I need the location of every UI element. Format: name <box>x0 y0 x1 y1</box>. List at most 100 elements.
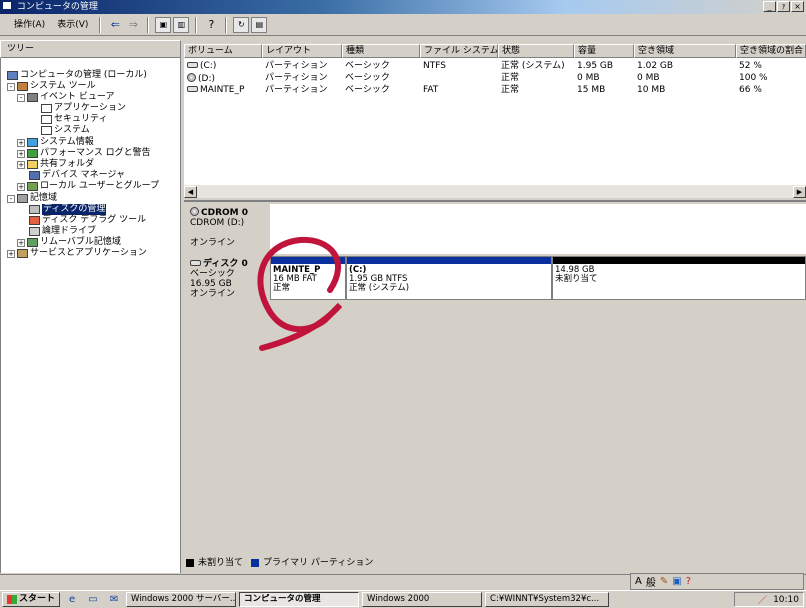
cdrom-title: CDROM 0 <box>201 208 249 218</box>
ime-mode-a[interactable]: A <box>635 576 642 587</box>
disk0-size: 16.95 GB <box>190 279 232 289</box>
expand-icon[interactable]: + <box>17 149 25 158</box>
internet-explorer-icon[interactable]: e <box>64 592 80 608</box>
minimize-button[interactable]: _ <box>763 1 776 12</box>
help-icon[interactable]: ? <box>203 17 219 33</box>
table-row[interactable]: (C:) <box>187 61 216 71</box>
disk0-row[interactable]: ディスク 0 ベーシック 16.95 GB オンライン MAINTE_P 16 … <box>186 256 806 300</box>
expand-icon[interactable]: + <box>17 182 25 191</box>
services-icon <box>17 249 28 258</box>
windows-logo-icon <box>7 595 17 604</box>
partition-status: 正常 (システム) <box>349 283 410 293</box>
outlook-express-icon[interactable]: ✉ <box>106 592 122 608</box>
tree-node-services-apps[interactable]: + サービスとアプリケーション <box>7 248 147 259</box>
toolbar-separator <box>147 16 150 33</box>
column-header-free-space[interactable]: 空き領域 <box>634 44 736 58</box>
partition-mainte-p[interactable]: MAINTE_P 16 MB FAT 正常 <box>270 256 346 300</box>
ime-pad-icon[interactable]: ▣ <box>672 576 681 587</box>
properties-icon[interactable]: ▤ <box>251 16 268 33</box>
forward-arrow-icon[interactable]: ⇒ <box>125 17 141 33</box>
tree-node-local-users[interactable]: + ローカル ユーザーとグループ <box>17 181 159 192</box>
collapse-icon[interactable]: - <box>7 82 15 91</box>
tree-node-system-log[interactable]: システム <box>41 125 90 136</box>
table-row[interactable]: (D:) <box>187 73 215 84</box>
show-tree-icon[interactable]: ▥ <box>173 16 190 33</box>
cdrom-row[interactable]: CDROM 0 CDROM (D:) オンライン <box>186 204 806 254</box>
tree-node-storage[interactable]: - 記憶域 <box>7 193 57 204</box>
taskbar-button-command-prompt[interactable]: C:¥WINNT¥System32¥c... <box>485 592 610 607</box>
scroll-right-icon[interactable]: ▶ <box>793 186 806 198</box>
horizontal-scrollbar[interactable]: ◀ ▶ <box>184 184 806 198</box>
tree-node-disk-management[interactable]: ディスクの管理 <box>29 204 107 215</box>
tree-node-defrag[interactable]: ディスク デフラグ ツール <box>29 215 146 226</box>
maximize-button[interactable]: ｧ <box>777 1 790 12</box>
start-button[interactable]: スタート <box>2 592 61 607</box>
legend-unallocated-label: 未割り当て <box>198 558 244 568</box>
partition-c[interactable]: (C:) 1.95 GB NTFS 正常 (システム) <box>346 256 552 300</box>
close-button[interactable]: × <box>791 1 804 12</box>
cd-drive-icon <box>190 207 199 216</box>
tree-node-security-log[interactable]: セキュリティ <box>41 114 107 125</box>
column-header-layout[interactable]: レイアウト <box>262 44 342 58</box>
menu-view[interactable]: 表示(V) <box>51 15 94 35</box>
column-header-filesystem[interactable]: ファイル システム <box>420 44 498 58</box>
tree-node-shared-folders[interactable]: + 共有フォルダ <box>17 159 94 170</box>
scroll-left-icon[interactable]: ◀ <box>184 186 197 198</box>
tree-node-system-info[interactable]: + システム情報 <box>17 137 94 148</box>
back-arrow-icon[interactable]: ⇐ <box>107 17 123 33</box>
pen-icon[interactable]: ／ <box>758 593 767 606</box>
expand-icon[interactable]: + <box>7 249 15 258</box>
legend-primary-swatch <box>251 559 260 567</box>
partition-unallocated[interactable]: 14.98 GB 未割り当て <box>552 256 806 300</box>
column-header-status[interactable]: 状態 <box>498 44 574 58</box>
toolbar-separator <box>225 16 228 33</box>
collapse-icon[interactable]: - <box>7 194 15 203</box>
table-row[interactable]: MAINTE_P <box>187 85 244 95</box>
tree-node-device-manager[interactable]: デバイス マネージャ <box>29 170 125 181</box>
collapse-icon[interactable]: - <box>17 93 25 102</box>
table-cell: 100 % <box>739 73 768 83</box>
disk0-label[interactable]: ディスク 0 ベーシック 16.95 GB オンライン <box>186 256 270 300</box>
cdrom-label[interactable]: CDROM 0 CDROM (D:) オンライン <box>186 204 270 254</box>
tree-header[interactable]: ツリー <box>0 40 181 58</box>
tree-node-system-tools[interactable]: - システム ツール <box>7 81 96 92</box>
show-desktop-icon[interactable]: ▭ <box>85 592 101 608</box>
ime-toolbar[interactable]: A 般 ✎ ▣ ? <box>630 573 804 590</box>
expand-icon[interactable]: + <box>17 138 25 147</box>
table-cell: パーティション <box>265 85 328 95</box>
users-icon <box>27 182 38 191</box>
tree-node-removable-storage[interactable]: + リムーバブル記憶域 <box>17 237 121 248</box>
storage-icon <box>17 194 28 203</box>
column-header-free-percent[interactable]: 空き領域の割合 <box>736 44 806 58</box>
column-header-capacity[interactable]: 容量 <box>574 44 634 58</box>
legend: 未割り当て プライマリ パーティション <box>186 556 806 570</box>
taskbar-button-help[interactable]: Windows 2000 <box>362 592 483 607</box>
cdrom-status: オンライン <box>190 238 236 248</box>
ime-help-icon[interactable]: ? <box>686 576 691 587</box>
column-header-volume[interactable]: ボリューム <box>184 44 262 58</box>
tree-node-logical-drives[interactable]: 論理ドライブ <box>29 226 96 237</box>
log-icon <box>41 126 52 135</box>
up-folder-icon[interactable]: ▣ <box>155 16 172 33</box>
tree-node-performance[interactable]: + パフォーマンス ログと警告 <box>17 148 151 159</box>
ime-mode-kanji[interactable]: 般 <box>646 574 656 589</box>
unallocated-bar <box>553 257 805 264</box>
menu-action[interactable]: 操作(A) <box>8 15 51 35</box>
taskbar-button-explorer[interactable]: Windows 2000 サーバー... <box>126 592 237 607</box>
expand-icon[interactable]: + <box>17 238 25 247</box>
table-cell: NTFS <box>423 61 446 71</box>
hard-drive-icon <box>190 260 201 266</box>
tree-node-event-viewer[interactable]: - イベント ビューア <box>17 92 115 103</box>
clock[interactable]: 10:10 <box>773 595 799 605</box>
refresh-icon[interactable]: ↻ <box>233 16 250 33</box>
taskbar-button-computer-management[interactable]: コンピュータの管理 <box>239 592 360 607</box>
column-header-type[interactable]: 種類 <box>342 44 420 58</box>
tree-node-application-log[interactable]: アプリケーション <box>41 103 126 114</box>
expand-icon[interactable]: + <box>17 160 25 169</box>
partition-status: 未割り当て <box>555 274 598 284</box>
table-cell: 66 % <box>739 85 762 95</box>
table-cell: 0 MB <box>577 73 600 83</box>
ime-dictionary-icon[interactable]: ✎ <box>660 576 668 587</box>
tree-node-computer-management[interactable]: コンピュータの管理 (ローカル) <box>7 70 147 81</box>
tree-pane: コンピュータの管理 (ローカル) - システム ツール - イベント ビューア アプ… <box>0 58 181 573</box>
